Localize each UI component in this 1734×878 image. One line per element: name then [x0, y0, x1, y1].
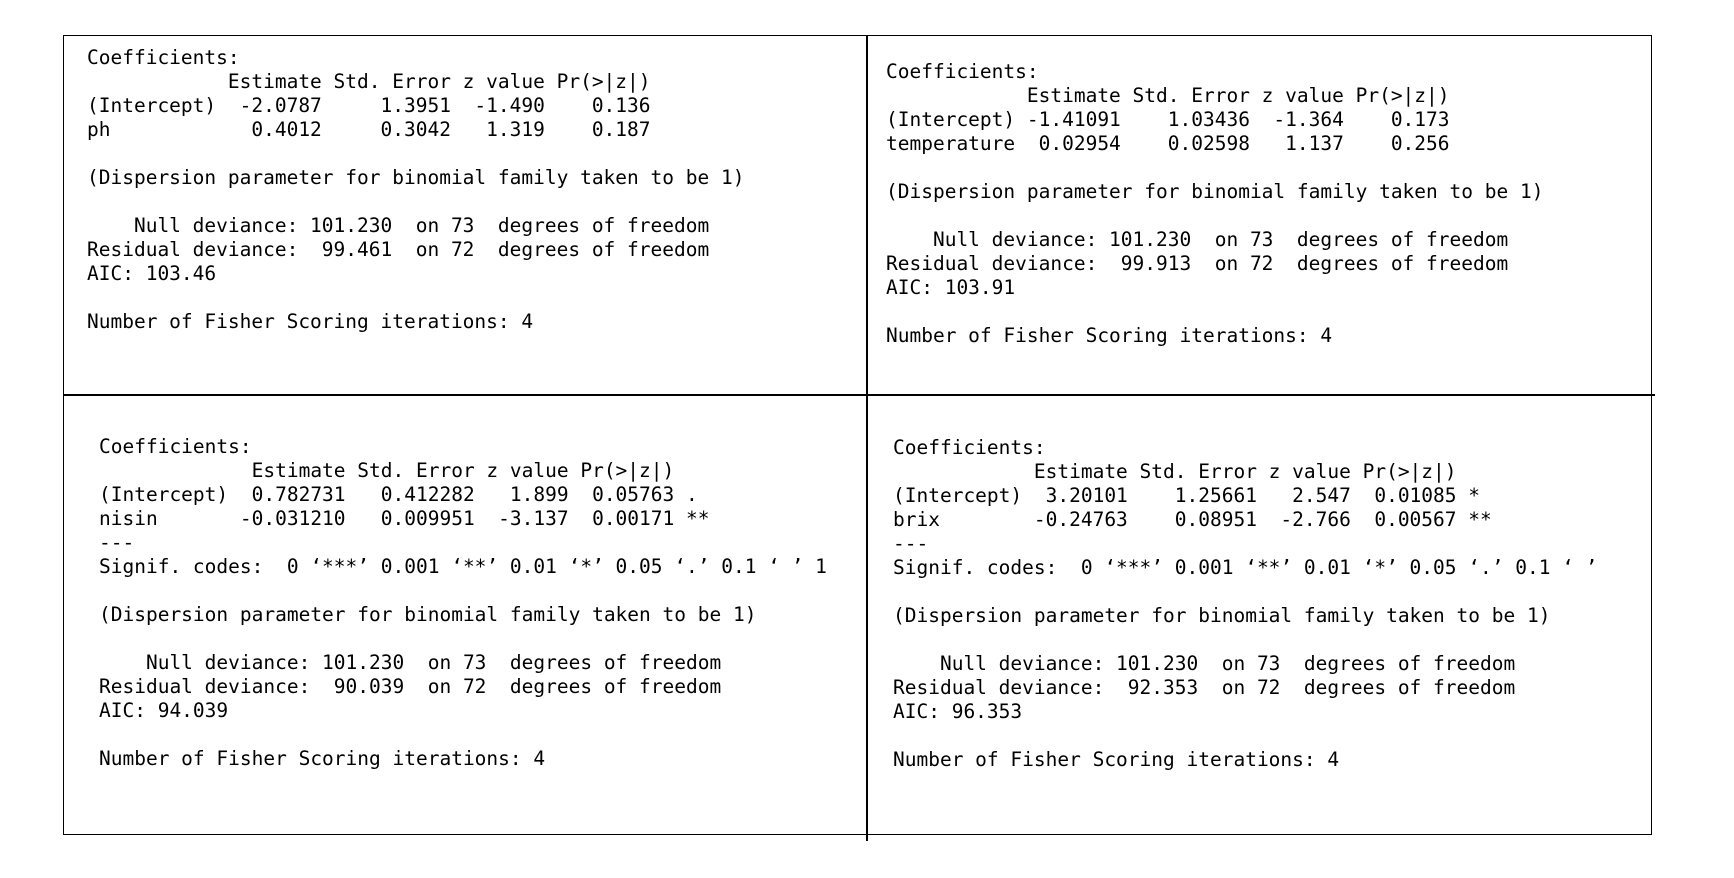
glm-output-brix: Coefficients: Estimate Std. Error z valu…	[893, 436, 1597, 772]
output-line: (Intercept) -1.41091 1.03436 -1.364 0.17…	[886, 108, 1450, 131]
output-line: Estimate Std. Error z value Pr(>|z|)	[87, 70, 651, 93]
output-line: Coefficients:	[99, 435, 252, 458]
output-line: AIC: 94.039	[99, 699, 229, 722]
output-line: Coefficients:	[886, 60, 1039, 83]
output-line: (Dispersion parameter for binomial famil…	[87, 166, 745, 189]
output-line: Null deviance: 101.230 on 73 degrees of …	[99, 651, 722, 674]
output-line: Number of Fisher Scoring iterations: 4	[99, 747, 546, 770]
output-line: brix -0.24763 0.08951 -2.766 0.00567 **	[893, 508, 1492, 531]
output-line: Null deviance: 101.230 on 73 degrees of …	[893, 652, 1516, 675]
glm-output-ph: Coefficients: Estimate Std. Error z valu…	[87, 46, 744, 334]
vertical-divider	[866, 35, 868, 841]
output-line: Estimate Std. Error z value Pr(>|z|)	[886, 84, 1450, 107]
output-line: Number of Fisher Scoring iterations: 4	[87, 310, 534, 333]
output-line: Signif. codes: 0 ‘***’ 0.001 ‘**’ 0.01 ‘…	[893, 556, 1598, 579]
output-line: Signif. codes: 0 ‘***’ 0.001 ‘**’ 0.01 ‘…	[99, 555, 827, 578]
output-line: Null deviance: 101.230 on 73 degrees of …	[886, 228, 1509, 251]
output-line: (Intercept) 3.20101 1.25661 2.547 0.0108…	[893, 484, 1480, 507]
output-line: Estimate Std. Error z value Pr(>|z|)	[893, 460, 1457, 483]
output-line: Number of Fisher Scoring iterations: 4	[886, 324, 1333, 347]
glm-output-nisin: Coefficients: Estimate Std. Error z valu…	[99, 435, 827, 771]
output-line: (Intercept) 0.782731 0.412282 1.899 0.05…	[99, 483, 698, 506]
output-line: Null deviance: 101.230 on 73 degrees of …	[87, 214, 710, 237]
horizontal-divider	[63, 394, 1655, 396]
output-line: Residual deviance: 99.461 on 72 degrees …	[87, 238, 710, 261]
output-line: Residual deviance: 99.913 on 72 degrees …	[886, 252, 1509, 275]
output-line: AIC: 103.91	[886, 276, 1016, 299]
output-line: nisin -0.031210 0.009951 -3.137 0.00171 …	[99, 507, 710, 530]
output-line: ---	[893, 532, 929, 555]
output-line: Residual deviance: 90.039 on 72 degrees …	[99, 675, 722, 698]
output-line: (Dispersion parameter for binomial famil…	[99, 603, 757, 626]
output-line: Coefficients:	[87, 46, 240, 69]
output-line: ph 0.4012 0.3042 1.319 0.187	[87, 118, 651, 141]
output-line: (Dispersion parameter for binomial famil…	[893, 604, 1551, 627]
output-line: Estimate Std. Error z value Pr(>|z|)	[99, 459, 675, 482]
output-line: AIC: 103.46	[87, 262, 217, 285]
output-line: AIC: 96.353	[893, 700, 1023, 723]
output-line: (Dispersion parameter for binomial famil…	[886, 180, 1544, 203]
output-line: Coefficients:	[893, 436, 1046, 459]
output-line: ---	[99, 531, 135, 554]
output-line: Number of Fisher Scoring iterations: 4	[893, 748, 1340, 771]
glm-output-temperature: Coefficients: Estimate Std. Error z valu…	[886, 60, 1543, 348]
output-line: Residual deviance: 92.353 on 72 degrees …	[893, 676, 1516, 699]
output-line: (Intercept) -2.0787 1.3951 -1.490 0.136	[87, 94, 651, 117]
output-line: temperature 0.02954 0.02598 1.137 0.256	[886, 132, 1450, 155]
